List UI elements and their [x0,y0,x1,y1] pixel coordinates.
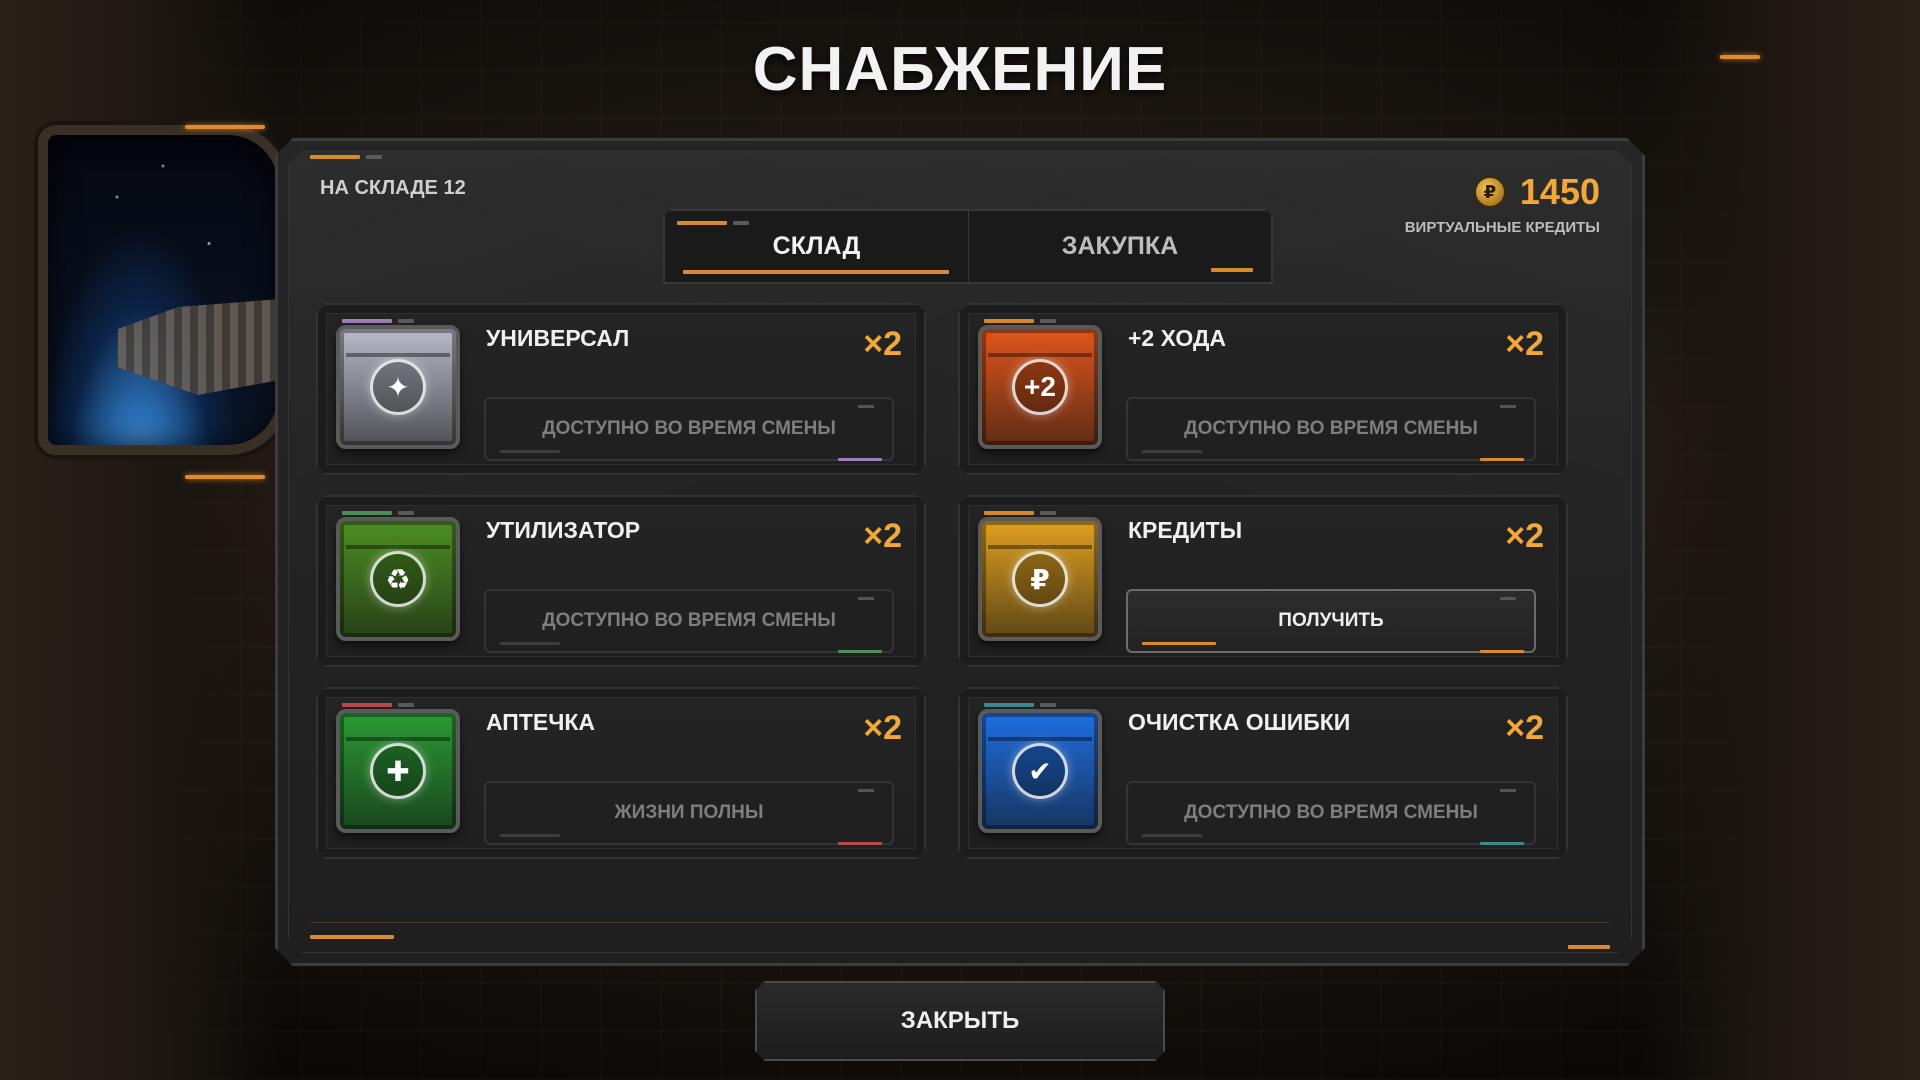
credits-value: 1450 [1519,171,1600,212]
tab-accent [1211,268,1253,272]
item-action-button: ДОСТУПНО ВО ВРЕМЯ СМЕНЫ [1126,397,1536,461]
page-title: СНАБЖЕНИЕ [752,35,1168,104]
tab-bar: СКЛАД ЗАКУПКА [663,209,1273,284]
button-accent [1142,450,1202,453]
credits-display: ₽ 1450 ВИРТУАЛЬНЫЕ КРЕДИТЫ [1405,171,1600,236]
supply-crate-image: ♻ [336,517,460,641]
light-strip [185,475,265,479]
button-accent [1480,458,1524,461]
button-accent [500,450,560,453]
item-name: +2 ХОДА [1128,325,1226,351]
button-accent [838,650,882,653]
item-card-plus-two-moves: +2 +2 ХОДА ×2 ДОСТУПНО ВО ВРЕМЯ СМЕНЫ [958,303,1568,475]
panel-accent [1568,945,1610,949]
item-multiplier: ×2 [863,709,902,747]
button-accent [838,458,882,461]
item-name: КРЕДИТЫ [1128,517,1243,543]
supply-panel: НА СКЛАДЕ 12 ₽ 1450 ВИРТУАЛЬНЫЕ КРЕДИТЫ … [275,138,1645,966]
item-multiplier: ×2 [863,325,902,363]
card-accent [984,319,1034,323]
card-accent [398,703,414,707]
item-action-button: ДОСТУПНО ВО ВРЕМЯ СМЕНЫ [1126,781,1536,845]
active-tab-underline [683,270,949,274]
card-accent [1040,703,1056,707]
item-action-label: ЖИЗНИ ПОЛНЫ [614,802,764,823]
item-card-universal: ✦ УНИВЕРСАЛ ×2 ДОСТУПНО ВО ВРЕМЯ СМЕНЫ [316,303,926,475]
panel-divider [310,922,1610,923]
button-accent [1500,789,1516,792]
eraser-check-icon: ✔ [1012,743,1068,799]
item-action-button: ЖИЗНИ ПОЛНЫ [484,781,894,845]
item-card-error-clear: ✔ ОЧИСТКА ОШИБКИ ×2 ДОСТУПНО ВО ВРЕМЯ СМ… [958,687,1568,859]
tab-label: ЗАКУПКА [1061,232,1179,260]
item-multiplier: ×2 [863,517,902,555]
panel-accent [366,155,382,159]
item-card-recycler: ♻ УТИЛИЗАТОР ×2 ДОСТУПНО ВО ВРЕМЯ СМЕНЫ [316,495,926,667]
credits-label: ВИРТУАЛЬНЫЕ КРЕДИТЫ [1404,219,1600,236]
button-accent [858,597,874,600]
card-accent [342,319,392,323]
panel-accent [310,935,394,939]
rainbow-crystal-icon: ✦ [370,359,426,415]
porthole-window [38,125,288,455]
item-action-button: ДОСТУПНО ВО ВРЕМЯ СМЕНЫ [484,397,894,461]
item-action-button[interactable]: ПОЛУЧИТЬ [1126,589,1536,653]
button-accent [500,642,560,645]
item-name: УТИЛИЗАТОР [486,517,641,543]
button-accent [1142,642,1216,645]
item-name: УНИВЕРСАЛ [486,325,630,351]
right-wall [1640,0,1920,1080]
card-accent [1040,511,1056,515]
item-multiplier: ×2 [1505,325,1544,363]
supply-crate-image: ✦ [336,325,460,449]
item-action-label: ПОЛУЧИТЬ [1278,610,1384,631]
card-accent [342,703,392,707]
panel-accent [310,155,360,159]
item-action-button: ДОСТУПНО ВО ВРЕМЯ СМЕНЫ [484,589,894,653]
item-multiplier: ×2 [1505,709,1544,747]
close-label: ЗАКРЫТЬ [900,1007,1020,1034]
card-accent [984,703,1034,707]
item-action-label: ДОСТУПНО ВО ВРЕМЯ СМЕНЫ [1184,802,1478,823]
supply-crate-image: ₽ [978,517,1102,641]
money-bag-icon: ₽ [1012,551,1068,607]
item-name: ОЧИСТКА ОШИБКИ [1128,709,1351,735]
supply-crate-image: ✔ [978,709,1102,833]
space-station-image [118,296,278,395]
plus-two-moves-icon: +2 [1012,359,1068,415]
tab-label: СКЛАД [772,232,861,260]
stock-count: НА СКЛАДЕ 12 [320,177,466,199]
supply-crate-image: +2 [978,325,1102,449]
button-accent [1480,842,1524,845]
item-action-label: ДОСТУПНО ВО ВРЕМЯ СМЕНЫ [1184,418,1478,439]
credit-coin-icon: ₽ [1474,176,1506,208]
button-accent [858,405,874,408]
trash-bin-icon: ♻ [370,551,426,607]
item-card-medkit: ✚ АПТЕЧКА ×2 ЖИЗНИ ПОЛНЫ [316,687,926,859]
item-multiplier: ×2 [1505,517,1544,555]
supply-crate-image: ✚ [336,709,460,833]
card-accent [1040,319,1056,323]
button-accent [1142,834,1202,837]
card-accent [398,511,414,515]
button-accent [1500,405,1516,408]
item-action-label: ДОСТУПНО ВО ВРЕМЯ СМЕНЫ [542,610,836,631]
button-accent [838,842,882,845]
item-card-credits: ₽ КРЕДИТЫ ×2 ПОЛУЧИТЬ [958,495,1568,667]
item-name: АПТЕЧКА [486,709,596,735]
button-accent [500,834,560,837]
button-accent [1480,650,1524,653]
card-accent [342,511,392,515]
card-accent [398,319,414,323]
close-button[interactable]: ЗАКРЫТЬ [755,981,1165,1061]
button-accent [1500,597,1516,600]
card-accent [984,511,1034,515]
heart-medkit-icon: ✚ [370,743,426,799]
button-accent [858,789,874,792]
item-action-label: ДОСТУПНО ВО ВРЕМЯ СМЕНЫ [542,418,836,439]
light-strip [185,125,265,129]
